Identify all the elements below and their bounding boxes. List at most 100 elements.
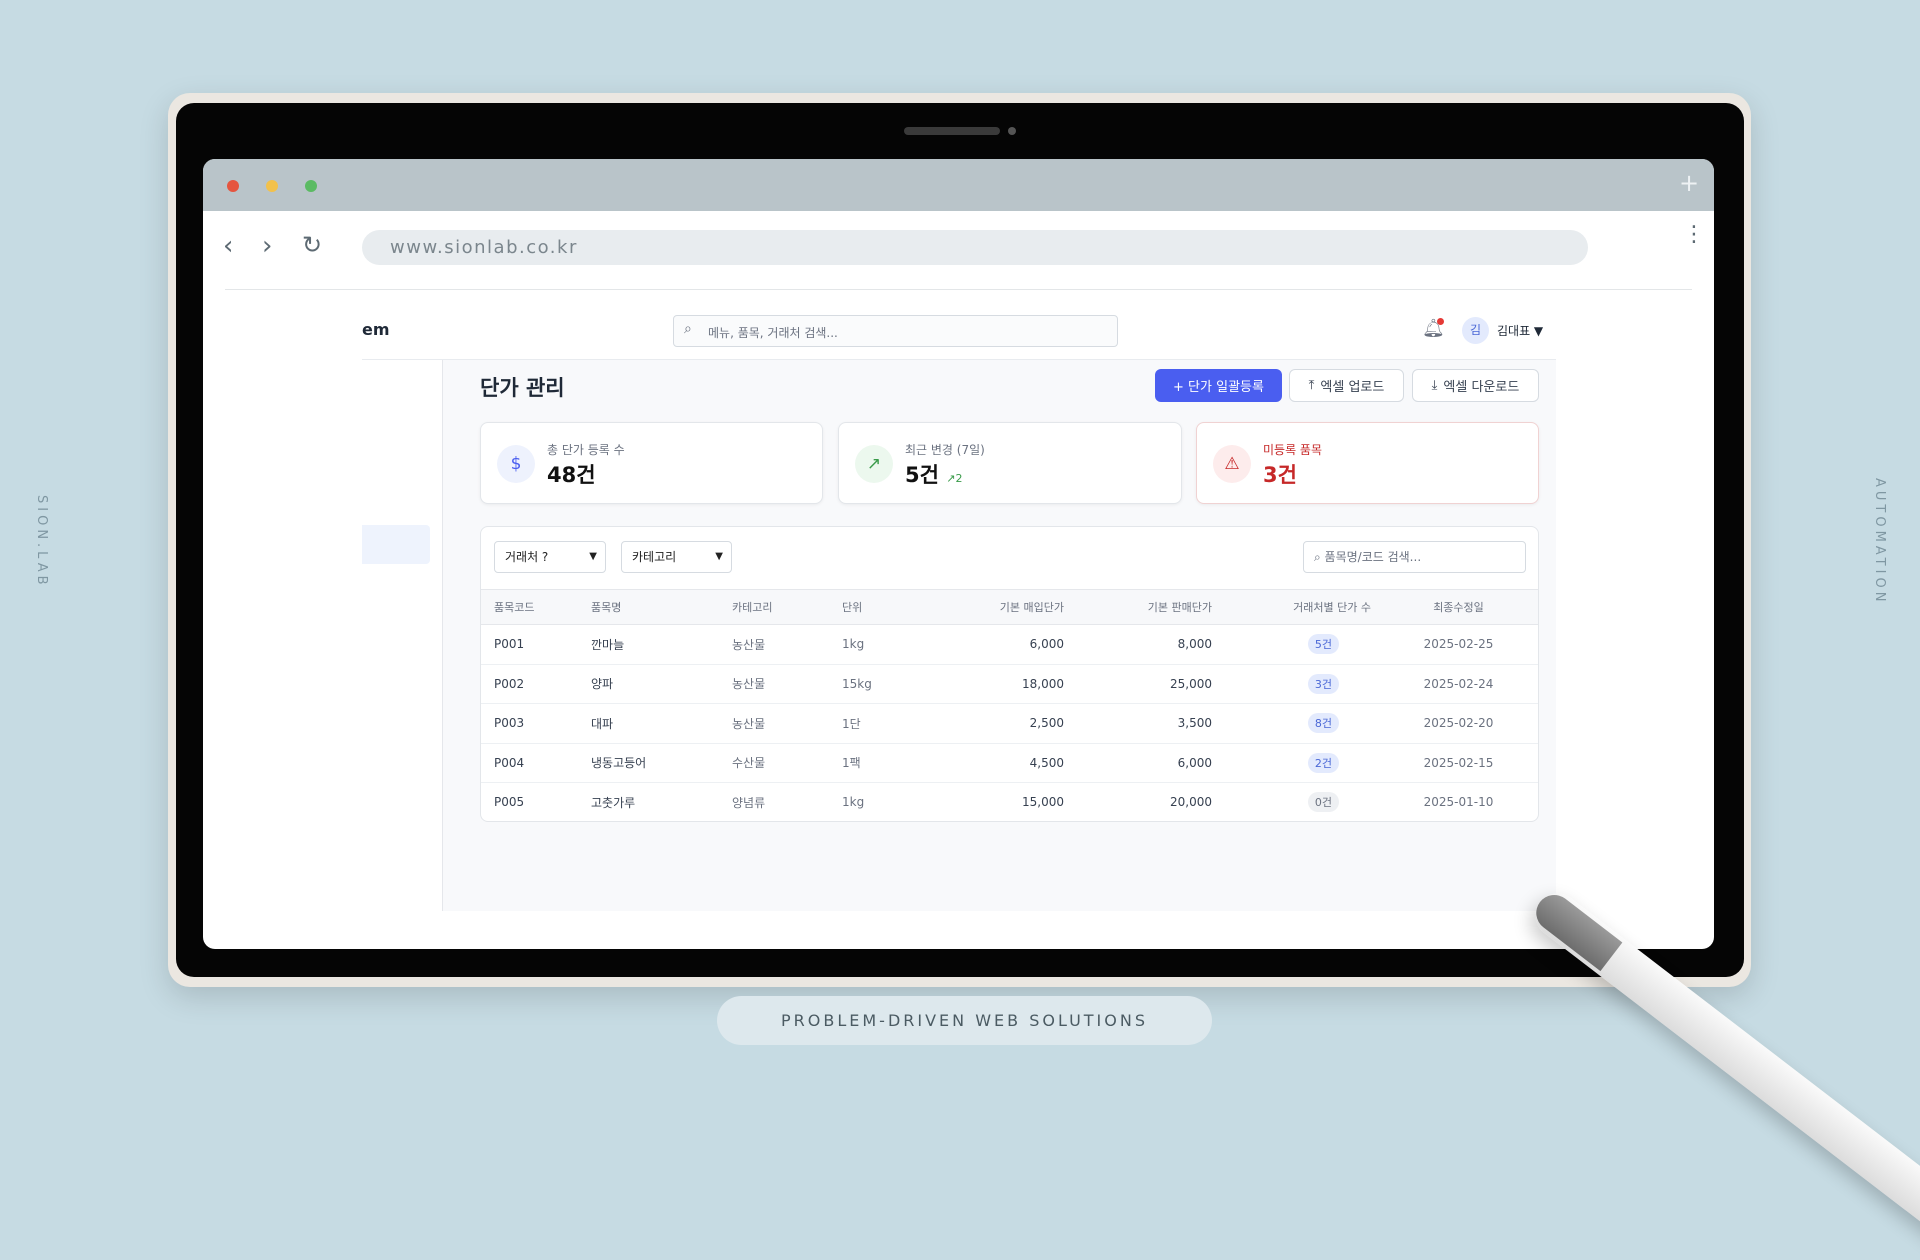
trend-indicator: ↗2 (946, 472, 962, 485)
cell-text: P003 (494, 716, 524, 730)
excel-download-button[interactable]: ⤓엑셀 다운로드 (1412, 369, 1539, 402)
global-search-input[interactable]: ⌕ 메뉴, 품목, 거래처 검색... (673, 315, 1118, 347)
col-header[interactable]: 기본 매입단가 (922, 590, 1064, 625)
cell-text: 20,000 (1170, 795, 1212, 809)
col-header[interactable]: 최종수정일 (1377, 590, 1539, 625)
table-cell: 2025-01-10 (1377, 783, 1539, 823)
table-cell: 2025-02-24 (1377, 664, 1539, 704)
table-cell: 냉동고등어 (591, 743, 732, 783)
table-row[interactable]: P003대파농산물1단2,5003,5008건2025-02-20 (481, 704, 1539, 744)
table-row[interactable]: P005고춧가루양념류1kg15,00020,0000건2025-01-10 (481, 783, 1539, 823)
close-dot[interactable] (227, 180, 239, 192)
search-placeholder: 메뉴, 품목, 거래처 검색... (708, 324, 838, 341)
avatar[interactable]: 김 (1462, 317, 1489, 344)
table-cell: 0건 (1212, 783, 1377, 823)
sidebar (362, 360, 443, 911)
table-cell: 수산물 (732, 743, 842, 783)
table-cell: 농산물 (732, 704, 842, 744)
cell-text: 3,500 (1178, 716, 1212, 730)
cell-text: 대파 (591, 717, 613, 731)
table-cell: 양념류 (732, 783, 842, 823)
table-cell: 6,000 (922, 625, 1064, 665)
automation-side-label: AUTOMATION (1872, 478, 1887, 605)
table-cell: 2025-02-15 (1377, 743, 1539, 783)
cell-text: 2025-02-15 (1424, 756, 1494, 770)
cell-text: 양파 (591, 677, 613, 691)
col-header[interactable]: 카테고리 (732, 590, 842, 625)
cell-text: 2025-02-25 (1424, 637, 1494, 651)
divider (225, 289, 1692, 290)
stat-card-unregistered: ⚠ 미등록 품목 3건 (1196, 422, 1539, 504)
menu-kebab-icon[interactable]: ⋮ (1683, 229, 1691, 241)
cell-text: 2025-02-24 (1424, 677, 1494, 691)
sidebar-item-active[interactable] (362, 525, 430, 564)
table-cell: 3건 (1212, 664, 1377, 704)
table-cell: 3,500 (1064, 704, 1212, 744)
col-header[interactable]: 거래처별 단가 수 (1212, 590, 1377, 625)
maximize-dot[interactable] (305, 180, 317, 192)
table-cell: 6,000 (1064, 743, 1212, 783)
address-bar[interactable]: www.sionlab.co.kr (362, 230, 1588, 265)
cell-text: 깐마늘 (591, 638, 624, 652)
cell-text: 농산물 (732, 638, 765, 652)
stat-value: 48건 (547, 459, 596, 489)
upload-label: 엑셀 업로드 (1320, 376, 1384, 395)
cell-text: 4,500 (1030, 756, 1064, 770)
table-header: 품목코드 품목명 카테고리 단위 기본 매입단가 기본 판매단가 거래처별 단가… (481, 590, 1539, 625)
table-cell: 2건 (1212, 743, 1377, 783)
trend-value: 2 (955, 472, 962, 485)
table-cell: 8건 (1212, 704, 1377, 744)
upload-icon: ⤒ (1309, 378, 1315, 393)
col-header[interactable]: 품목명 (591, 590, 732, 625)
table-cell: 5건 (1212, 625, 1377, 665)
category-filter-select[interactable]: 카테고리▼ (621, 541, 732, 573)
search-icon: ⌕ (1314, 550, 1325, 564)
excel-upload-button[interactable]: ⤒ 엑셀 업로드 (1289, 369, 1404, 402)
user-menu[interactable]: 김대표 ▼ (1497, 322, 1543, 339)
forward-icon[interactable]: › (262, 233, 272, 259)
table-row[interactable]: P001깐마늘농산물1kg6,0008,0005건2025-02-25 (481, 625, 1539, 665)
bulk-register-button[interactable]: + 단가 일괄등록 (1155, 369, 1282, 402)
table-row[interactable]: P004냉동고등어수산물1팩4,5006,0002건2025-02-15 (481, 743, 1539, 783)
cell-text: 냉동고등어 (591, 756, 646, 770)
price-table: 품목코드 품목명 카테고리 단위 기본 매입단가 기본 판매단가 거래처별 단가… (481, 589, 1539, 822)
cell-text: 6,000 (1178, 756, 1212, 770)
minimize-dot[interactable] (266, 180, 278, 192)
table-cell: 4,500 (922, 743, 1064, 783)
dollar-icon: $ (497, 445, 535, 483)
partner-filter-value: 거래처 ? (505, 550, 548, 564)
download-icon: ⤓ (1432, 378, 1438, 393)
table-cell: P004 (481, 743, 591, 783)
col-header[interactable]: 단위 (842, 590, 922, 625)
table-row[interactable]: P002양파농산물15kg18,00025,0003건2025-02-24 (481, 664, 1539, 704)
camera (1008, 127, 1016, 135)
table-cell: 15,000 (922, 783, 1064, 823)
new-tab-button[interactable]: + (1679, 169, 1699, 197)
partner-filter-select[interactable]: 거래처 ?▼ (494, 541, 606, 573)
table-cell: 2,500 (922, 704, 1064, 744)
table-cell: 1kg (842, 625, 922, 665)
table-cell: 농산물 (732, 625, 842, 665)
cell-text: 15,000 (1022, 795, 1064, 809)
table-cell: 18,000 (922, 664, 1064, 704)
app-content: em ⌕ 메뉴, 품목, 거래처 검색... 🔔︎ 김 김대표 ▼ 단가 관리 … (362, 302, 1556, 911)
page-title: 단가 관리 (480, 372, 565, 402)
warning-icon: ⚠ (1213, 445, 1251, 483)
stat-label: 총 단가 등록 수 (547, 441, 625, 458)
cell-text: 2025-01-10 (1424, 795, 1494, 809)
item-search-input[interactable]: ⌕ 품목명/코드 검색... (1303, 541, 1526, 573)
cell-text: 2,500 (1030, 716, 1064, 730)
cell-text: 8,000 (1178, 637, 1212, 651)
app-header: em ⌕ 메뉴, 품목, 거래처 검색... 🔔︎ 김 김대표 ▼ (362, 302, 1556, 360)
reload-icon[interactable]: ↻ (302, 233, 322, 257)
col-header[interactable]: 품목코드 (481, 590, 591, 625)
cell-text: 6,000 (1030, 637, 1064, 651)
stat-value: 3건 (1263, 459, 1297, 489)
back-icon[interactable]: ‹ (223, 233, 233, 259)
table-cell: 15kg (842, 664, 922, 704)
table-cell: P005 (481, 783, 591, 823)
category-filter-value: 카테고리 (632, 550, 676, 564)
col-header[interactable]: 기본 판매단가 (1064, 590, 1212, 625)
app-logo[interactable]: em (362, 320, 390, 339)
cell-text: 농산물 (732, 717, 765, 731)
